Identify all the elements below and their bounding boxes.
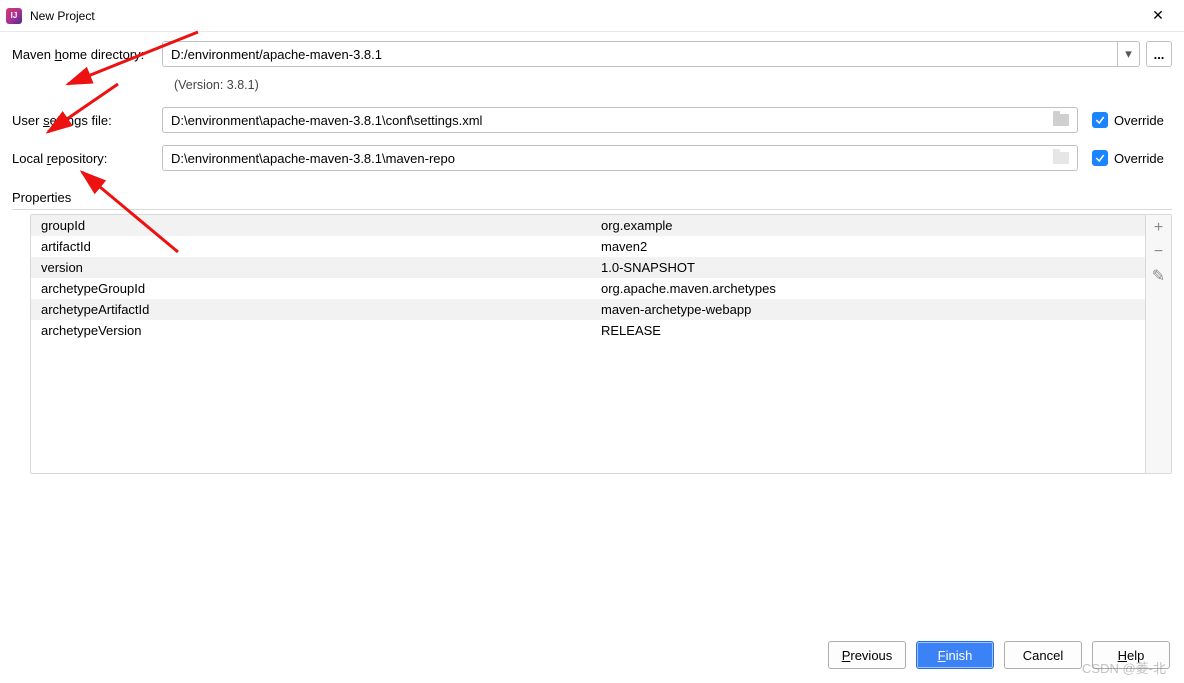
dialog-content: Maven home directory: D:/environment/apa… xyxy=(0,32,1184,683)
local-repo-input[interactable]: D:\environment\apache-maven-3.8.1\maven-… xyxy=(162,145,1078,171)
title-bar: New Project ✕ xyxy=(0,0,1184,32)
help-button[interactable]: Help xyxy=(1092,641,1170,669)
properties-table: groupId org.example artifactId maven2 ve… xyxy=(30,214,1172,474)
table-row[interactable]: version 1.0-SNAPSHOT xyxy=(31,257,1145,278)
local-repo-row: Local repository: D:\environment\apache-… xyxy=(12,144,1172,172)
folder-icon[interactable] xyxy=(1053,114,1069,126)
maven-home-value: D:/environment/apache-maven-3.8.1 xyxy=(171,47,1117,62)
dialog-footer: Previous Finish Cancel Help xyxy=(828,641,1170,669)
properties-table-body[interactable]: groupId org.example artifactId maven2 ve… xyxy=(31,215,1145,473)
maven-home-label: Maven home directory: xyxy=(12,47,162,62)
separator xyxy=(12,209,1172,210)
user-settings-input[interactable]: D:\environment\apache-maven-3.8.1\conf\s… xyxy=(162,107,1078,133)
table-row[interactable]: groupId org.example xyxy=(31,215,1145,236)
user-settings-row: User settings file: D:\environment\apach… xyxy=(12,106,1172,134)
finish-button[interactable]: Finish xyxy=(916,641,994,669)
maven-home-row: Maven home directory: D:/environment/apa… xyxy=(12,40,1172,68)
table-row[interactable]: archetypeGroupId org.apache.maven.archet… xyxy=(31,278,1145,299)
window-title: New Project xyxy=(30,9,1138,23)
folder-icon[interactable] xyxy=(1053,152,1069,164)
chevron-down-icon: ▾ xyxy=(1117,42,1139,66)
user-settings-override-checkbox[interactable]: Override xyxy=(1092,112,1172,128)
remove-button[interactable]: − xyxy=(1148,241,1170,263)
properties-label: Properties xyxy=(12,190,1172,205)
properties-toolbar: + − ✎ xyxy=(1145,215,1171,473)
maven-home-dropdown[interactable]: D:/environment/apache-maven-3.8.1 ▾ xyxy=(162,41,1140,67)
local-repo-label: Local repository: xyxy=(12,151,162,166)
cancel-button[interactable]: Cancel xyxy=(1004,641,1082,669)
maven-version-note: (Version: 3.8.1) xyxy=(162,72,1172,106)
maven-home-browse-button[interactable]: ... xyxy=(1146,41,1172,67)
previous-button[interactable]: Previous xyxy=(828,641,906,669)
intellij-icon xyxy=(6,8,22,24)
edit-button[interactable]: ✎ xyxy=(1148,265,1170,287)
table-row[interactable]: artifactId maven2 xyxy=(31,236,1145,257)
user-settings-label: User settings file: xyxy=(12,113,162,128)
add-button[interactable]: + xyxy=(1148,217,1170,239)
local-repo-override-checkbox[interactable]: Override xyxy=(1092,150,1172,166)
checkbox-checked-icon xyxy=(1092,112,1108,128)
checkbox-checked-icon xyxy=(1092,150,1108,166)
table-row[interactable]: archetypeVersion RELEASE xyxy=(31,320,1145,341)
table-row[interactable]: archetypeArtifactId maven-archetype-weba… xyxy=(31,299,1145,320)
window-close-button[interactable]: ✕ xyxy=(1138,1,1178,31)
